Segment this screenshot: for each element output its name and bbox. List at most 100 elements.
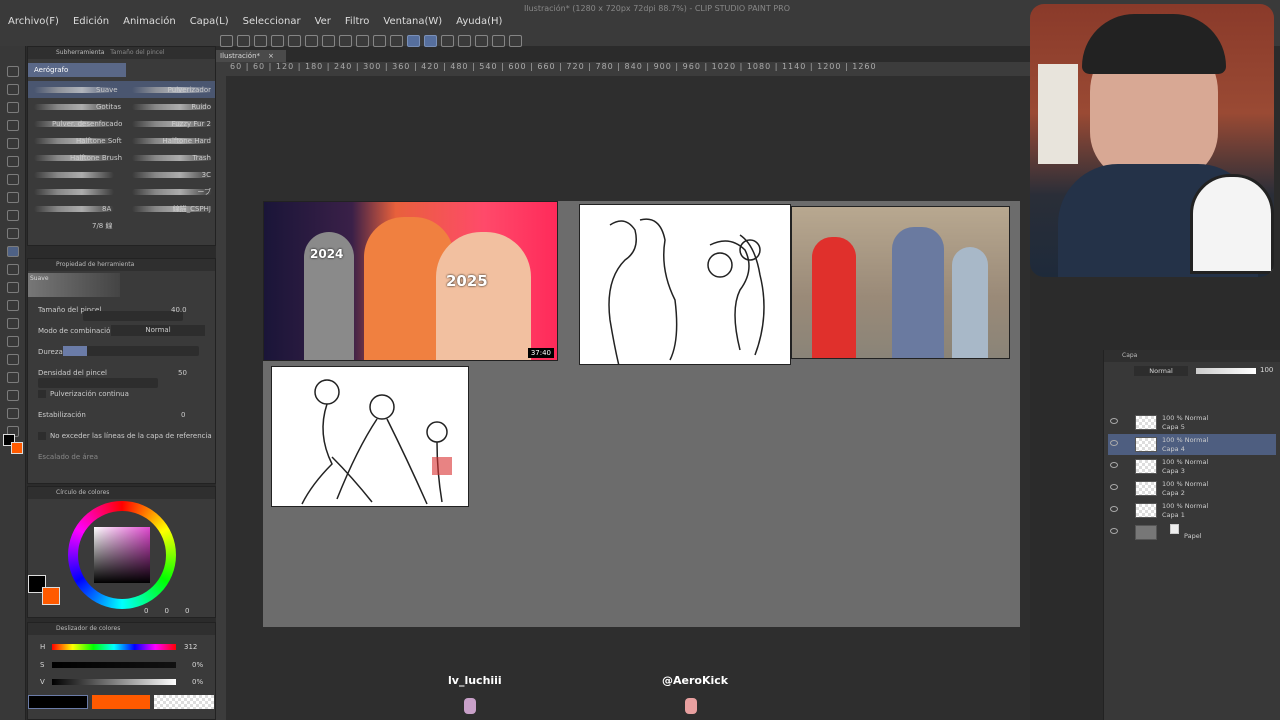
lasso-icon[interactable] bbox=[7, 138, 19, 149]
undo-icon[interactable] bbox=[288, 35, 301, 47]
slider-transparent-color[interactable] bbox=[154, 695, 214, 709]
crop-icon[interactable] bbox=[458, 35, 471, 47]
balloon-icon[interactable] bbox=[7, 408, 19, 419]
eye-icon[interactable] bbox=[1110, 440, 1118, 446]
canvas-image-sketch-dance[interactable] bbox=[271, 366, 469, 507]
sv-square[interactable] bbox=[94, 527, 150, 583]
brush-row[interactable]: Pulver. desenfocado Fuzzy Fur 2 bbox=[28, 115, 215, 132]
save-icon[interactable] bbox=[254, 35, 267, 47]
grid-icon[interactable] bbox=[475, 35, 488, 47]
brush-row[interactable]: Halftone Soft Halftone Hard bbox=[28, 132, 215, 149]
zoom-icon[interactable] bbox=[7, 66, 19, 77]
phone-icon[interactable] bbox=[509, 35, 522, 47]
subtool-group[interactable]: Aerógrafo bbox=[28, 63, 126, 77]
continuous-checkbox[interactable] bbox=[38, 389, 46, 398]
no-exceed-checkbox[interactable] bbox=[38, 431, 46, 440]
layer-item[interactable]: 100 % Normal Capa 5 bbox=[1108, 412, 1276, 433]
menu-ver[interactable]: Ver bbox=[315, 16, 331, 27]
blend-select[interactable]: Normal bbox=[111, 325, 205, 336]
menu-filtro[interactable]: Filtro bbox=[345, 16, 370, 27]
brush-row[interactable]: 3C bbox=[28, 166, 215, 183]
move-icon[interactable] bbox=[7, 84, 19, 95]
h-value[interactable]: 312 bbox=[184, 643, 197, 651]
menu-seleccionar[interactable]: Seleccionar bbox=[243, 16, 301, 27]
snap-special-icon[interactable] bbox=[424, 35, 437, 47]
eye-icon[interactable] bbox=[1110, 484, 1118, 490]
layer-item[interactable]: 100 % Normal Capa 2 bbox=[1108, 478, 1276, 499]
layer-item-selected[interactable]: 100 % Normal Capa 4 bbox=[1108, 434, 1276, 455]
canvas-tab[interactable]: Ilustración* × bbox=[216, 50, 286, 62]
ruler-icon[interactable] bbox=[7, 372, 19, 383]
help-icon[interactable] bbox=[492, 35, 505, 47]
snap-ruler-icon[interactable] bbox=[407, 35, 420, 47]
brush-row[interactable]: Gotitas Ruido bbox=[28, 98, 215, 115]
subtool-tab[interactable]: Subherramienta Tamaño del pincel bbox=[28, 47, 215, 59]
layer-tab[interactable]: Capa bbox=[1104, 350, 1280, 362]
loading-icon[interactable] bbox=[322, 35, 335, 47]
brush-row[interactable]: Halftone Brush Trash bbox=[28, 149, 215, 166]
new-icon[interactable] bbox=[220, 35, 233, 47]
s-value[interactable]: 0% bbox=[192, 661, 203, 669]
eye-icon[interactable] bbox=[1110, 528, 1118, 534]
menu-edicion[interactable]: Edición bbox=[73, 16, 109, 27]
stabilization-value[interactable]: 0 bbox=[181, 411, 185, 419]
sub-color-swatch[interactable] bbox=[11, 442, 23, 454]
canvas-image-photo[interactable] bbox=[791, 206, 1010, 359]
brush-row[interactable]: ーブ bbox=[28, 183, 215, 200]
brush-row[interactable]: 7/8 線 bbox=[28, 217, 215, 234]
menu-animacion[interactable]: Animación bbox=[123, 16, 176, 27]
gradient-icon[interactable] bbox=[7, 318, 19, 329]
brush-row[interactable]: Suave Pulverizador bbox=[28, 81, 215, 98]
open-icon[interactable] bbox=[237, 35, 250, 47]
figure-icon[interactable] bbox=[7, 336, 19, 347]
magic-wand-icon[interactable] bbox=[7, 156, 19, 167]
canvas-image-newyear[interactable]: 2024 2025 37:40 bbox=[263, 201, 558, 361]
export-icon[interactable] bbox=[271, 35, 284, 47]
pen-icon[interactable] bbox=[7, 192, 19, 203]
hand-icon[interactable] bbox=[7, 102, 19, 113]
layer-item-paper[interactable]: Papel bbox=[1108, 522, 1276, 543]
layer-item[interactable]: 100 % Normal Capa 3 bbox=[1108, 456, 1276, 477]
wheel-sub-color[interactable] bbox=[42, 587, 60, 605]
layer-item[interactable]: 100 % Normal Capa 1 bbox=[1108, 500, 1276, 521]
layer-blend-select[interactable]: Normal bbox=[1134, 366, 1188, 376]
pencil-icon[interactable] bbox=[7, 210, 19, 221]
brush-row[interactable]: 8A 線描_CSPHJ bbox=[28, 200, 215, 217]
density-value[interactable]: 50 bbox=[178, 369, 187, 377]
text-icon[interactable] bbox=[7, 390, 19, 401]
layer-opacity-value[interactable]: 100 bbox=[1260, 366, 1273, 374]
eye-icon[interactable] bbox=[1110, 418, 1118, 424]
deselect-icon[interactable] bbox=[390, 35, 403, 47]
fill-icon[interactable] bbox=[339, 35, 352, 47]
brush-size-value[interactable]: 40.0 bbox=[171, 306, 187, 314]
eyedropper-icon[interactable] bbox=[7, 174, 19, 185]
v-value[interactable]: 0% bbox=[192, 678, 203, 686]
slider-sub-color[interactable] bbox=[92, 695, 150, 709]
airbrush-icon[interactable] bbox=[7, 246, 19, 257]
menu-capa[interactable]: Capa(L) bbox=[190, 16, 229, 27]
eye-icon[interactable] bbox=[1110, 462, 1118, 468]
eye-icon[interactable] bbox=[1110, 506, 1118, 512]
select-icon[interactable] bbox=[7, 120, 19, 131]
blend-icon[interactable] bbox=[7, 282, 19, 293]
brush-icon[interactable] bbox=[7, 228, 19, 239]
canvas-image-sketch-hug[interactable] bbox=[579, 204, 791, 365]
menu-ayuda[interactable]: Ayuda(H) bbox=[456, 16, 502, 27]
fill-tool-icon[interactable] bbox=[7, 300, 19, 311]
document-canvas[interactable]: 2024 2025 37:40 bbox=[263, 201, 1020, 627]
saturation-slider[interactable] bbox=[52, 662, 176, 668]
slider-main-color[interactable] bbox=[28, 695, 88, 709]
redo-icon[interactable] bbox=[305, 35, 318, 47]
value-slider[interactable] bbox=[52, 679, 176, 685]
layer-opacity-slider[interactable] bbox=[1196, 368, 1256, 374]
menu-archivo[interactable]: Archivo(F) bbox=[8, 16, 59, 27]
frame-icon[interactable] bbox=[7, 354, 19, 365]
close-icon[interactable]: × bbox=[268, 52, 274, 60]
hue-slider[interactable] bbox=[52, 644, 176, 650]
menu-ventana[interactable]: Ventana(W) bbox=[383, 16, 442, 27]
hardness-slider[interactable] bbox=[63, 346, 199, 356]
eraser-icon[interactable] bbox=[7, 264, 19, 275]
pen-pressure-icon[interactable] bbox=[441, 35, 454, 47]
transform-icon[interactable] bbox=[356, 35, 369, 47]
clear-icon[interactable] bbox=[373, 35, 386, 47]
